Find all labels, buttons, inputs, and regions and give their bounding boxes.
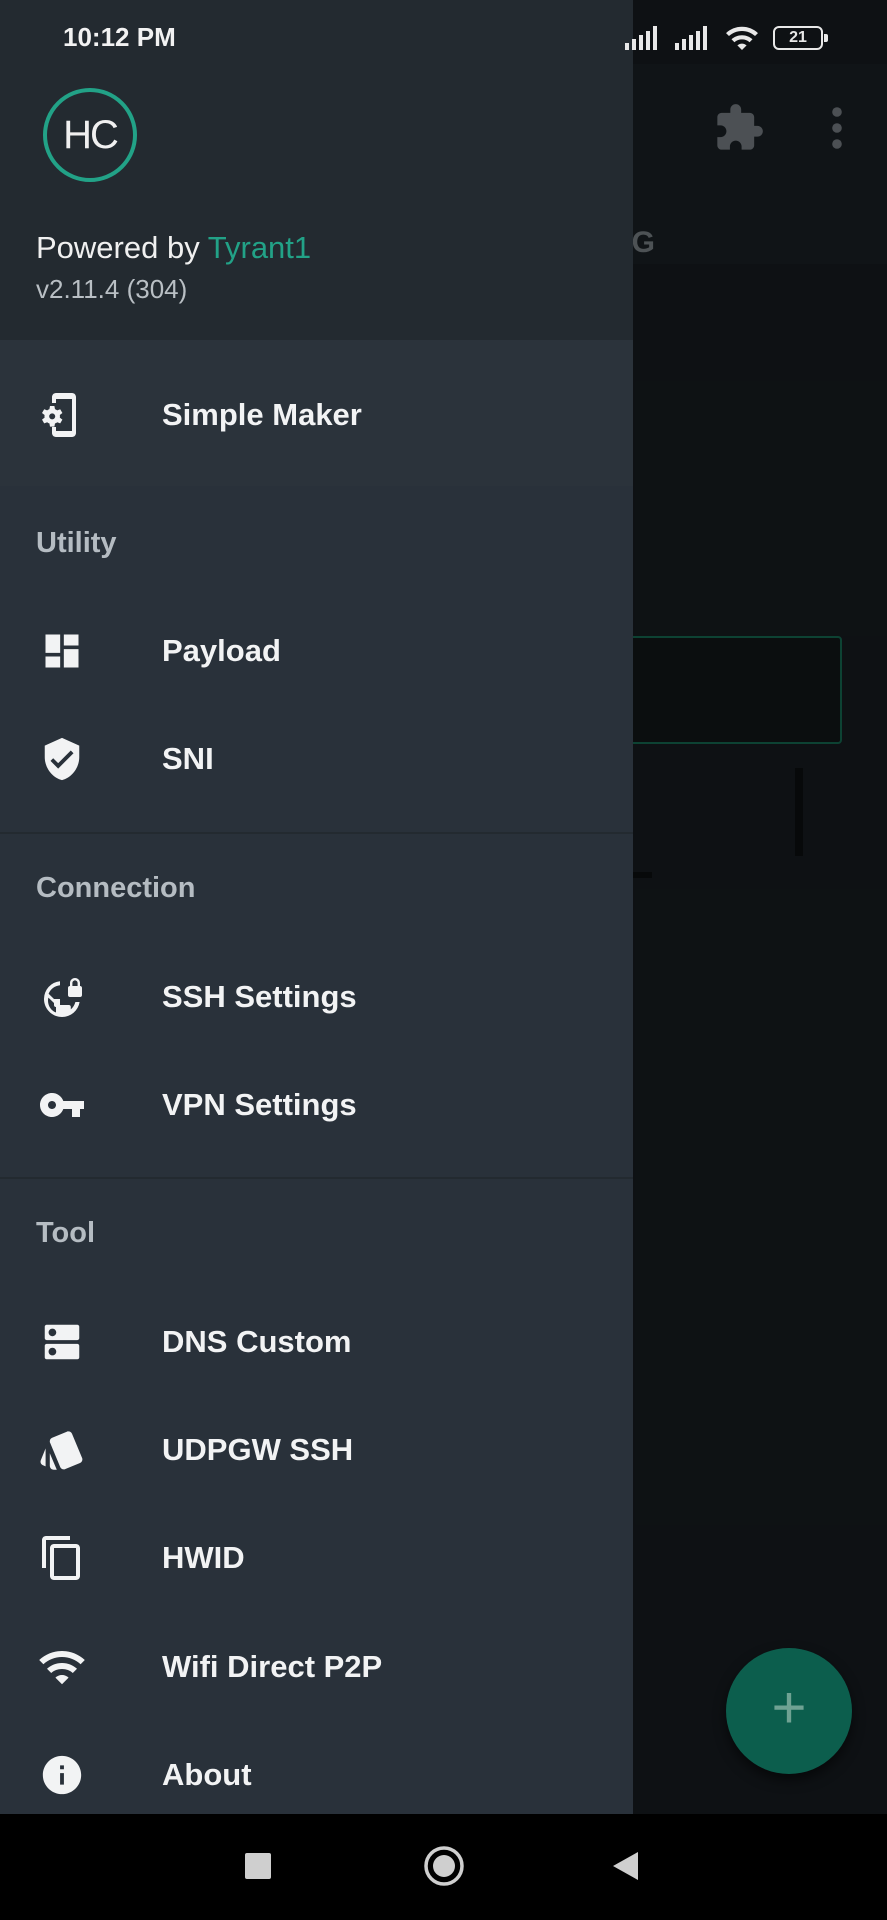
globe-lock-icon (38, 973, 86, 1021)
menu-item-label: About (162, 1757, 252, 1792)
status-time: 10:12 PM (63, 22, 176, 52)
menu-item-label: UDPGW SSH (162, 1432, 354, 1467)
author-link[interactable]: Tyrant1 (208, 230, 311, 265)
dashboard-icon (38, 627, 86, 675)
menu-item-label: Payload (162, 633, 281, 668)
battery-icon: 21 (773, 26, 828, 50)
menu-item-label: Wifi Direct P2P (162, 1649, 383, 1684)
menu-item-wifi-direct-p2p[interactable]: Wifi Direct P2P (0, 1615, 633, 1719)
powered-by-text: Powered by Tyrant1 (36, 230, 311, 266)
system-nav-bar (0, 1814, 887, 1920)
info-icon (38, 1751, 86, 1799)
menu-item-label: DNS Custom (162, 1324, 352, 1359)
menu-item-label: Simple Maker (162, 397, 362, 432)
status-icons: 21 (625, 24, 828, 52)
menu-item-label: SSH Settings (162, 979, 357, 1014)
status-bar: 10:12 PM 21 (0, 0, 887, 64)
signal-icon (625, 26, 661, 50)
menu-item-about[interactable]: About (0, 1723, 633, 1814)
menu-item-label: HWID (162, 1540, 245, 1575)
app-logo: HC (43, 88, 137, 182)
shield-check-icon (38, 735, 86, 783)
settings-phone-icon (38, 391, 86, 439)
menu-item-simple-maker[interactable]: Simple Maker (0, 363, 633, 467)
menu-item-label: VPN Settings (162, 1087, 357, 1122)
menu-item-dns-custom[interactable]: DNS Custom (0, 1290, 633, 1394)
signal-icon (675, 26, 711, 50)
menu-item-vpn-settings[interactable]: VPN Settings (0, 1053, 633, 1157)
section-title-utility: Utility (36, 527, 117, 559)
menu-item-label: SNI (162, 741, 214, 776)
menu-item-ssh-settings[interactable]: SSH Settings (0, 945, 633, 1049)
key-icon (38, 1081, 86, 1129)
cards-icon (38, 1426, 86, 1474)
menu-item-payload[interactable]: Payload (0, 599, 633, 703)
copy-icon (38, 1534, 86, 1582)
app-version: v2.11.4 (304) (36, 274, 188, 304)
home-button[interactable] (416, 1838, 472, 1894)
add-fab-button[interactable]: + (726, 1648, 852, 1774)
back-button[interactable] (597, 1838, 653, 1894)
wifi-icon (38, 1643, 86, 1691)
recent-apps-button[interactable] (230, 1838, 286, 1894)
powered-prefix: Powered by (36, 230, 208, 265)
server-icon (38, 1318, 86, 1366)
section-divider (0, 832, 633, 834)
menu-item-udpgw-ssh[interactable]: UDPGW SSH (0, 1398, 633, 1502)
section-title-connection: Connection (36, 872, 196, 904)
section-divider (0, 1177, 633, 1179)
menu-item-sni[interactable]: SNI (0, 707, 633, 811)
wifi-status-icon (725, 24, 759, 52)
section-title-tool: Tool (36, 1217, 96, 1249)
navigation-drawer: HC Powered by Tyrant1 v2.11.4 (304) Simp… (0, 0, 633, 1814)
menu-item-hwid[interactable]: HWID (0, 1506, 633, 1610)
